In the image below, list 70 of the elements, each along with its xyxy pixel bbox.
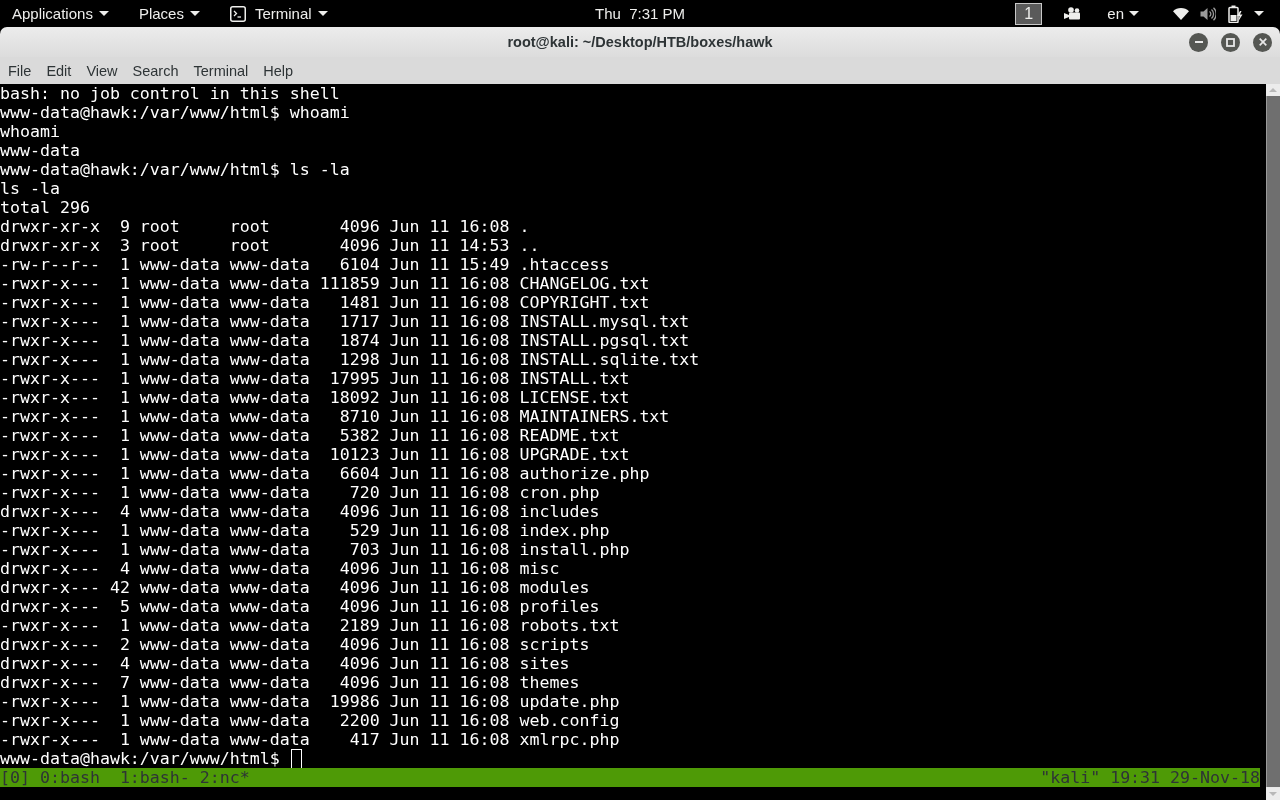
terminal-line: drwxr-x--- 5 www-data www-data 4096 Jun 11 16:08 profiles xyxy=(0,597,600,616)
video-camera-icon[interactable] xyxy=(1064,7,1082,20)
terminal-line: ls -la xyxy=(0,179,60,198)
menu-item[interactable]: Help xyxy=(255,57,301,84)
terminal-line: bash: no job control in this shell xyxy=(0,84,340,103)
menu-item[interactable]: Search xyxy=(125,57,186,84)
terminal-line: -rwxr-x--- 1 www-data www-data 111859 Jun 11 16:08 CHANGELOG.txt xyxy=(0,274,650,293)
terminal-line: -rwxr-x--- 1 www-data www-data 529 Jun 11 16:08 index.php xyxy=(0,521,610,540)
scrollbar-thumb[interactable] xyxy=(1266,96,1280,787)
battery-charging-icon[interactable] xyxy=(1228,4,1243,23)
terminal-line: -rw-r--r-- 1 www-data www-data 6104 Jun 11 15:49 .htaccess xyxy=(0,255,610,274)
terminal-line: drwxr-x--- 42 www-data www-data 4096 Jun 11 16:08 modules xyxy=(0,578,590,597)
menu-item[interactable]: View xyxy=(78,57,126,84)
terminal-line: drwxr-x--- 7 www-data www-data 4096 Jun 11 16:08 themes xyxy=(0,673,580,692)
terminal-line: www-data xyxy=(0,141,80,160)
terminal-line: -rwxr-x--- 1 www-data www-data 10123 Jun 11 16:08 UPGRADE.txt xyxy=(0,445,630,464)
keyboard-layout-menu[interactable]: en xyxy=(1107,5,1139,22)
window-list: [0] 0:bash 1:bash- 2:nc* xyxy=(0,768,250,787)
terminal-line: -rwxr-x--- 1 www-data www-data 720 Jun 11 16:08 cron.php xyxy=(0,483,600,502)
terminal-line: -rwxr-x--- 1 www-data www-data 1717 Jun 11 16:08 INSTALL.mysql.txt xyxy=(0,312,690,331)
top-menu[interactable]: Places xyxy=(138,1,200,26)
terminal-prompt: www-data@hawk:/var/www/html$ xyxy=(0,749,280,768)
window-title: root@kali: ~/Desktop/HTB/boxes/hawk xyxy=(507,34,773,50)
terminal-line: -rwxr-x--- 1 www-data www-data 17995 Jun 11 16:08 INSTALL.txt xyxy=(0,369,630,388)
terminal-line: -rwxr-x--- 1 www-data www-data 703 Jun 11 16:08 install.php xyxy=(0,540,630,559)
terminal-app-icon xyxy=(229,5,246,22)
caret-icon xyxy=(1129,11,1139,16)
terminal-line: -rwxr-x--- 1 www-data www-data 18092 Jun 11 16:08 LICENSE.txt xyxy=(0,388,630,407)
terminal-line: drwxr-x--- 4 www-data www-data 4096 Jun 11 16:08 includes xyxy=(0,502,600,521)
terminal-line: -rwxr-x--- 1 www-data www-data 1874 Jun 11 16:08 INSTALL.pgsql.txt xyxy=(0,331,690,350)
terminal-line: www-data@hawk:/var/www/html$ whoami xyxy=(0,103,350,122)
terminal-line: -rwxr-x--- 1 www-data www-data 5382 Jun 11 16:08 README.txt xyxy=(0,426,620,445)
host-clock: "kali" 19:31 29-Nov-18 xyxy=(1040,768,1260,787)
maximize-button[interactable] xyxy=(1221,32,1240,52)
terminal-line: drwxr-x--- 4 www-data www-data 4096 Jun 11 16:08 misc xyxy=(0,559,560,578)
close-icon xyxy=(1258,38,1267,46)
menu-item[interactable]: Edit xyxy=(38,57,79,84)
caret-icon xyxy=(98,11,109,16)
terminal-line: whoami xyxy=(0,122,60,141)
down-triangle-icon xyxy=(1269,792,1277,796)
terminal-line: drwxr-xr-x 9 root root 4096 Jun 11 16:08 . xyxy=(0,217,530,236)
terminal-line: -rwxr-x--- 1 www-data www-data 8710 Jun 11 16:08 MAINTAINERS.txt xyxy=(0,407,670,426)
caret-icon[interactable] xyxy=(1254,11,1264,16)
terminal-line: www-data@hawk:/var/www/html$ ls -la xyxy=(0,160,350,179)
terminal-line: -rwxr-x--- 1 www-data www-data 6604 Jun 11 16:08 authorize.php xyxy=(0,464,650,483)
up-triangle-icon xyxy=(1269,88,1277,92)
terminal-line: -rwxr-x--- 1 www-data www-data 417 Jun 11 16:08 xmlrpc.php xyxy=(0,730,620,749)
terminal-line: drwxr-x--- 4 www-data www-data 4096 Jun 11 16:08 sites xyxy=(0,654,570,673)
terminal-line: -rwxr-x--- 1 www-data www-data 1481 Jun 11 16:08 COPYRIGHT.txt xyxy=(0,293,650,312)
menu-item[interactable]: File xyxy=(0,57,39,84)
minimize-icon xyxy=(1194,41,1203,43)
workspace-indicator[interactable]: 1 xyxy=(1015,2,1043,25)
top-menu[interactable]: Terminal xyxy=(229,1,328,26)
terminal-line: -rwxr-x--- 1 www-data www-data 2189 Jun 11 16:08 robots.txt xyxy=(0,616,620,635)
speaker-icon[interactable] xyxy=(1200,6,1216,21)
clock[interactable]: Thu 7:31 PM xyxy=(594,5,685,22)
caret-icon xyxy=(189,11,200,16)
top-menu[interactable]: Applications xyxy=(12,1,109,26)
terminal-line: -rwxr-x--- 1 www-data www-data 19986 Jun 11 16:08 update.php xyxy=(0,692,620,711)
close-button[interactable] xyxy=(1253,32,1272,52)
terminal-line: drwxr-x--- 2 www-data www-data 4096 Jun 11 16:08 scripts xyxy=(0,635,590,654)
minimize-button[interactable] xyxy=(1189,32,1208,52)
terminal-line: -rwxr-x--- 1 www-data www-data 2200 Jun 11 16:08 web.config xyxy=(0,711,620,730)
terminal-line: -rwxr-x--- 1 www-data www-data 1298 Jun 11 16:08 INSTALL.sqlite.txt xyxy=(0,350,700,369)
terminal-line: drwxr-xr-x 3 root root 4096 Jun 11 14:53 .. xyxy=(0,236,540,255)
caret-icon xyxy=(317,11,328,16)
maximize-icon xyxy=(1226,37,1235,47)
menu-item[interactable]: Terminal xyxy=(186,57,256,84)
wifi-icon[interactable] xyxy=(1173,7,1189,20)
terminal-line: total 296 xyxy=(0,198,90,217)
